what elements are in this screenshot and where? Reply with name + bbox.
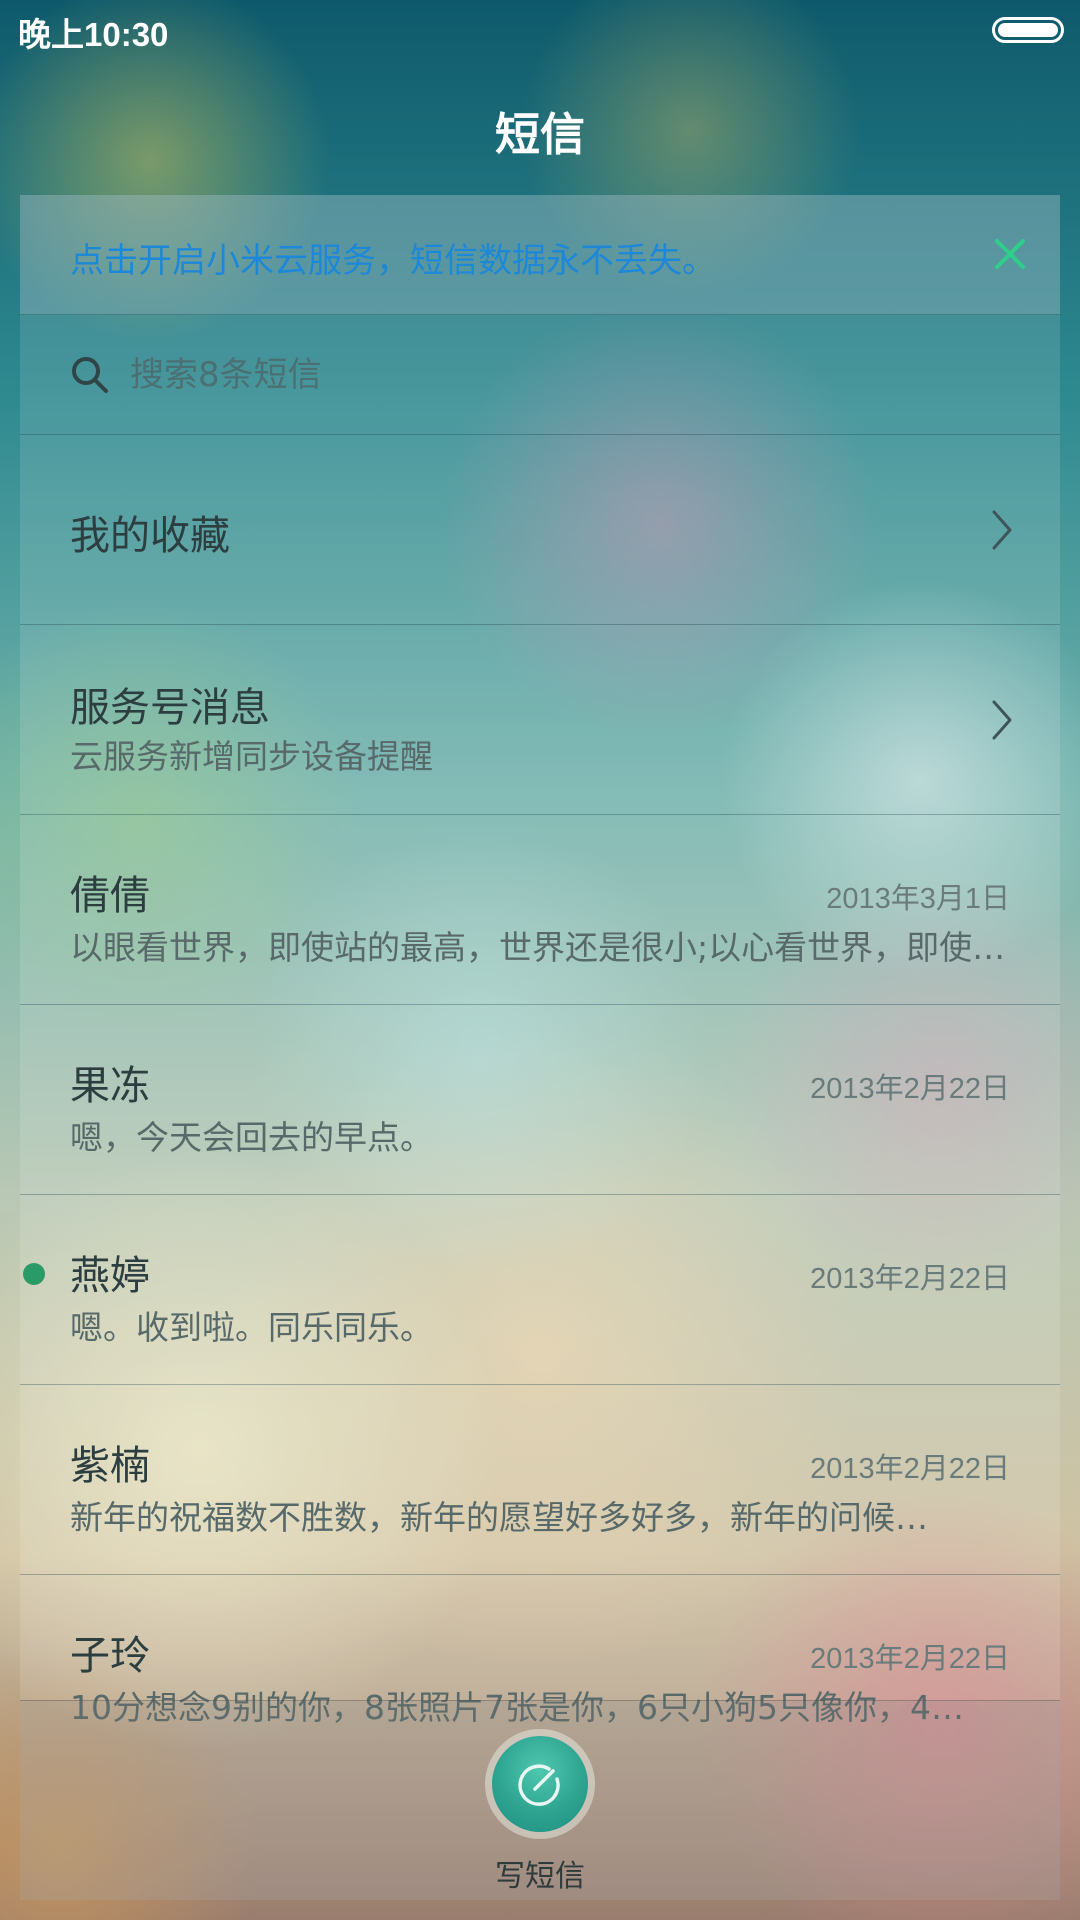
compose-button[interactable] (485, 1729, 595, 1839)
close-icon[interactable] (992, 236, 1028, 272)
contact-name: 燕婷 (70, 1253, 150, 1299)
conversation-item[interactable]: 果冻 2013年2月22日 嗯，今天会回去的早点。 (20, 1005, 1060, 1195)
status-bar: 晚上10:30 (0, 0, 1080, 60)
message-preview: 嗯。收到啦。同乐同乐。 (70, 1308, 433, 1347)
message-date: 2013年3月1日 (826, 883, 1010, 915)
unread-indicator (23, 1263, 45, 1285)
cloud-banner-text[interactable]: 点击开启小米云服务，短信数据永不丢失。 (70, 233, 716, 282)
cloud-service-banner[interactable]: 点击开启小米云服务，短信数据永不丢失。 (20, 195, 1060, 315)
service-title: 服务号消息 (70, 685, 270, 731)
favorites-title: 我的收藏 (70, 513, 230, 559)
message-date: 2013年2月22日 (810, 1643, 1010, 1675)
favorites-item[interactable]: 我的收藏 (20, 435, 1060, 625)
message-date: 2013年2月22日 (810, 1263, 1010, 1295)
conversation-item[interactable]: 燕婷 2013年2月22日 嗯。收到啦。同乐同乐。 (20, 1195, 1060, 1385)
chevron-right-icon (992, 510, 1012, 550)
conversation-item[interactable]: 紫楠 2013年2月22日 新年的祝福数不胜数，新年的愿望好多好多，新年的问候… (20, 1385, 1060, 1575)
contact-name: 果冻 (70, 1063, 150, 1109)
search-icon (72, 357, 108, 393)
chevron-right-icon (992, 700, 1012, 740)
contact-name: 紫楠 (70, 1443, 150, 1489)
message-preview: 以眼看世界，即使站的最高，世界还是很小;以心看世界，即使站的最低，世界也是很大。 (70, 928, 1010, 967)
search-bar[interactable] (20, 315, 1060, 435)
service-messages-item[interactable]: 服务号消息 云服务新增同步设备提醒 (20, 625, 1060, 815)
compose-icon (518, 1764, 560, 1806)
status-time: 晚上10:30 (18, 16, 169, 53)
message-date: 2013年2月22日 (810, 1453, 1010, 1485)
search-input[interactable] (130, 351, 990, 399)
message-preview: 新年的祝福数不胜数，新年的愿望好多好多，新年的问候… (70, 1498, 928, 1537)
compose-label[interactable]: 写短信 (20, 1851, 1060, 1895)
contact-name: 倩倩 (70, 873, 150, 919)
message-date: 2013年2月22日 (810, 1073, 1010, 1105)
battery-icon (992, 17, 1064, 43)
bottom-action-bar: 写短信 (20, 1700, 1060, 1900)
conversation-item[interactable]: 倩倩 2013年3月1日 以眼看世界，即使站的最高，世界还是很小;以心看世界，即… (20, 815, 1060, 1005)
page-title: 短信 (494, 108, 585, 161)
message-list: 点击开启小米云服务，短信数据永不丢失。 我的收藏 服务号消息 云服务新增同步设备… (20, 195, 1060, 1900)
contact-name: 子玲 (70, 1633, 150, 1679)
message-preview: 嗯，今天会回去的早点。 (70, 1118, 433, 1157)
service-subtitle: 云服务新增同步设备提醒 (70, 737, 433, 776)
